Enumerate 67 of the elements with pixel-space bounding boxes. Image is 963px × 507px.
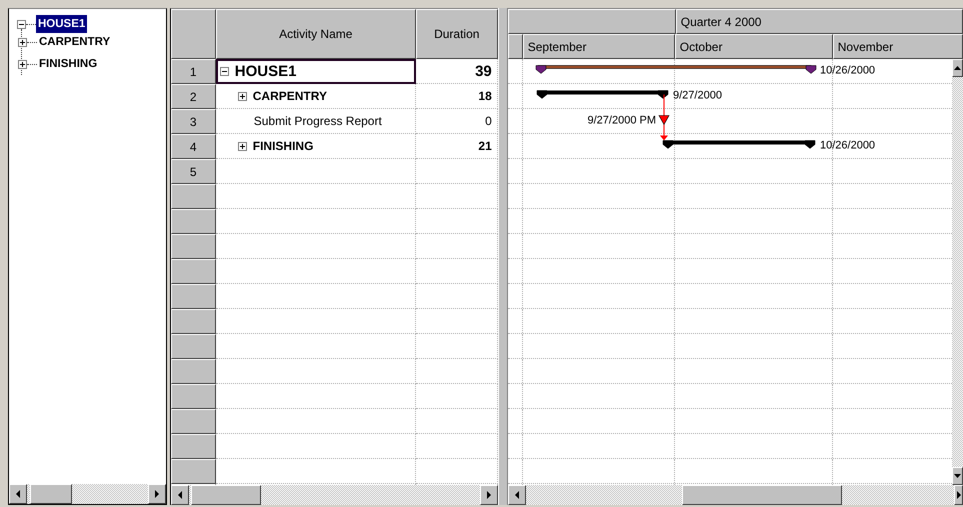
row-header[interactable]: 4 xyxy=(170,134,216,159)
row-header[interactable] xyxy=(170,384,216,409)
scroll-thumb[interactable] xyxy=(190,485,261,505)
column-header[interactable]: Duration xyxy=(416,9,498,59)
activity-name: CARPENTRY xyxy=(252,89,327,103)
name-cell[interactable]: CARPENTRY xyxy=(216,84,416,109)
plus-box-icon[interactable] xyxy=(238,92,247,100)
column-header[interactable]: Activity Name xyxy=(216,9,416,59)
scroll-left-button[interactable] xyxy=(9,484,27,504)
row-header[interactable]: 1 xyxy=(170,59,216,84)
plus-box-icon[interactable] xyxy=(18,60,27,68)
row-header[interactable] xyxy=(170,434,216,459)
month-header: October xyxy=(674,34,833,59)
arrow-right-icon xyxy=(956,491,962,499)
activity-name: FINISHING xyxy=(252,139,314,153)
date-label: 9/27/2000 xyxy=(672,90,722,102)
arrow-left-icon xyxy=(514,491,520,499)
date-label: 9/27/2000 PM xyxy=(587,114,656,126)
row-header[interactable] xyxy=(170,284,216,309)
tree-item[interactable]: FINISHING xyxy=(37,55,100,73)
activity-name: HOUSE1 xyxy=(234,63,296,80)
row-header[interactable]: 2 xyxy=(170,84,216,109)
scroll-right-button[interactable] xyxy=(148,484,166,504)
scroll-left-button[interactable] xyxy=(170,485,189,505)
arrow-left-icon xyxy=(15,490,21,498)
arrow-right-icon xyxy=(486,491,492,499)
tree-item[interactable]: HOUSE1 xyxy=(36,15,88,33)
row-header[interactable] xyxy=(170,459,216,484)
month-header: September xyxy=(522,34,675,59)
row-header[interactable] xyxy=(170,309,216,334)
date-label: 10/26/2000 xyxy=(820,64,875,76)
date-label: 10/26/2000 xyxy=(820,140,875,152)
scroll-right-button[interactable] xyxy=(954,485,963,505)
name-cell[interactable]: Submit Progress Report xyxy=(216,109,416,134)
milestone-marker xyxy=(658,115,670,126)
name-cell[interactable]: HOUSE1 xyxy=(216,59,416,84)
row-header[interactable]: 3 xyxy=(170,109,216,134)
link-arrow xyxy=(660,94,668,140)
row-header[interactable] xyxy=(170,409,216,434)
minus-box-icon[interactable] xyxy=(17,20,26,28)
month-header: November xyxy=(832,34,963,59)
tree-item[interactable]: CARPENTRY xyxy=(37,33,112,51)
plus-box-icon[interactable] xyxy=(18,38,27,46)
scroll-down-button[interactable] xyxy=(952,467,963,485)
name-cell[interactable]: FINISHING xyxy=(216,134,416,159)
row-header[interactable] xyxy=(170,259,216,284)
name-cell[interactable] xyxy=(216,159,416,184)
scroll-up-button[interactable] xyxy=(952,59,963,77)
arrow-down-icon xyxy=(954,474,961,478)
row-header[interactable] xyxy=(170,209,216,234)
scroll-thumb[interactable] xyxy=(682,485,842,505)
quarter-header: Quarter 4 2000 xyxy=(676,9,963,34)
arrow-right-icon xyxy=(154,490,160,498)
row-header[interactable] xyxy=(170,184,216,209)
minus-box-icon[interactable] xyxy=(220,67,229,76)
row-header[interactable] xyxy=(170,359,216,384)
arrow-left-icon xyxy=(176,491,183,499)
row-header[interactable] xyxy=(170,234,216,259)
arrow-up-icon xyxy=(954,66,961,70)
scroll-thumb[interactable] xyxy=(30,484,72,504)
activity-name: Submit Progress Report xyxy=(254,114,382,128)
scroll-right-button[interactable] xyxy=(480,485,498,505)
row-header[interactable] xyxy=(170,334,216,359)
plus-box-icon[interactable] xyxy=(238,142,247,150)
row-header[interactable]: 5 xyxy=(170,159,216,184)
splitter[interactable] xyxy=(498,8,508,505)
scroll-left-button[interactable] xyxy=(508,485,526,505)
